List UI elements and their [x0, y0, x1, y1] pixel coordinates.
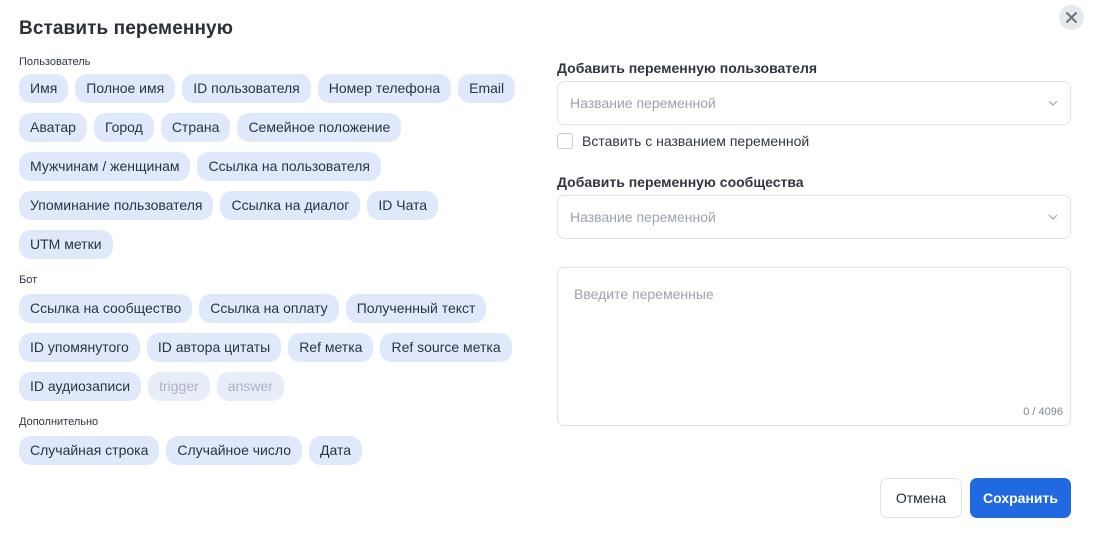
insert-with-name-label: Вставить с названием переменной [582, 133, 810, 149]
variable-chip[interactable]: Ссылка на сообщество [19, 294, 193, 323]
user-variable-label: Добавить переменную пользователя [557, 60, 818, 76]
variable-chip[interactable]: Упоминание пользователя [19, 191, 214, 220]
variable-chip[interactable]: Полученный текст [345, 294, 487, 323]
close-button[interactable] [1059, 5, 1084, 30]
close-icon [1066, 12, 1077, 23]
variable-chip[interactable]: Ref source метка [380, 333, 512, 362]
chip-row: ID аудиозаписи trigger answer [19, 372, 284, 401]
community-variable-placeholder: Название переменной [570, 209, 716, 225]
user-variable-select[interactable]: Название переменной [557, 81, 1071, 125]
chip-row: Имя Полное имя ID пользователя Номер телефо… [19, 74, 516, 103]
variable-chip[interactable]: Имя [19, 74, 69, 103]
chip-row: Упоминание пользователя Ссылка на диалог I… [19, 191, 439, 220]
variable-chip[interactable]: Ref метка [288, 333, 374, 362]
variable-chip[interactable]: ID пользователя [182, 74, 311, 103]
variable-chip[interactable]: ID аудиозаписи [19, 372, 142, 401]
variable-chip[interactable]: Семейное положение [237, 113, 402, 142]
community-variable-select[interactable]: Название переменной [557, 195, 1071, 239]
variable-chip[interactable]: UTM метки [19, 230, 113, 259]
section-label-user: Пользователь [19, 56, 91, 68]
user-variable-placeholder: Название переменной [570, 95, 716, 111]
variables-textarea[interactable] [558, 268, 1070, 388]
variable-chip[interactable]: Ссылка на оплату [199, 294, 339, 323]
chevron-down-icon [1048, 214, 1058, 220]
variable-chip[interactable]: Страна [160, 113, 231, 142]
section-label-bot: Бот [19, 274, 38, 286]
insert-with-name-checkbox[interactable] [557, 133, 573, 149]
variable-chip[interactable]: Случайная строка [19, 436, 160, 465]
variable-chip[interactable]: Аватар [19, 113, 87, 142]
chip-row: Ссылка на сообщество Ссылка на оплату Полу… [19, 294, 487, 323]
variable-chip[interactable]: Дата [308, 436, 362, 465]
chevron-down-icon [1048, 100, 1058, 106]
character-counter: 0 / 4096 [1023, 406, 1063, 418]
variable-chip[interactable]: ID Чата [367, 191, 439, 220]
dialog-title: Вставить переменную [19, 18, 234, 39]
variable-chip: trigger [148, 372, 210, 401]
save-button[interactable]: Сохранить [970, 478, 1071, 518]
variable-chip[interactable]: Ссылка на пользователя [197, 152, 381, 181]
variable-chip[interactable]: Мужчинам / женщинам [19, 152, 191, 181]
variable-chip[interactable]: Номер телефона [317, 74, 452, 103]
variable-chip[interactable]: Полное имя [75, 74, 176, 103]
chip-row: Мужчинам / женщинам Ссылка на пользовател… [19, 152, 381, 181]
community-variable-label: Добавить переменную сообщества [557, 174, 804, 190]
chip-row: Случайная строка Случайное число Дата [19, 436, 362, 465]
variable-chip[interactable]: Случайное число [166, 436, 302, 465]
variable-chip[interactable]: ID упомянутого [19, 333, 140, 362]
cancel-button[interactable]: Отмена [880, 478, 962, 518]
variable-chip[interactable]: Город [93, 113, 154, 142]
variable-chip[interactable]: Ссылка на диалог [220, 191, 361, 220]
variables-textarea-wrapper: 0 / 4096 [557, 267, 1071, 426]
variable-chip: answer [216, 372, 284, 401]
variable-chip[interactable]: ID автора цитаты [146, 333, 282, 362]
chip-row: UTM метки [19, 230, 113, 259]
chip-row: Аватар Город Страна Семейное положение [19, 113, 402, 142]
insert-with-name-option[interactable]: Вставить с названием переменной [557, 133, 809, 149]
variable-chip[interactable]: Email [458, 74, 516, 103]
section-label-extra: Дополнительно [19, 416, 99, 428]
chip-row: ID упомянутого ID автора цитаты Ref метка R… [19, 333, 512, 362]
